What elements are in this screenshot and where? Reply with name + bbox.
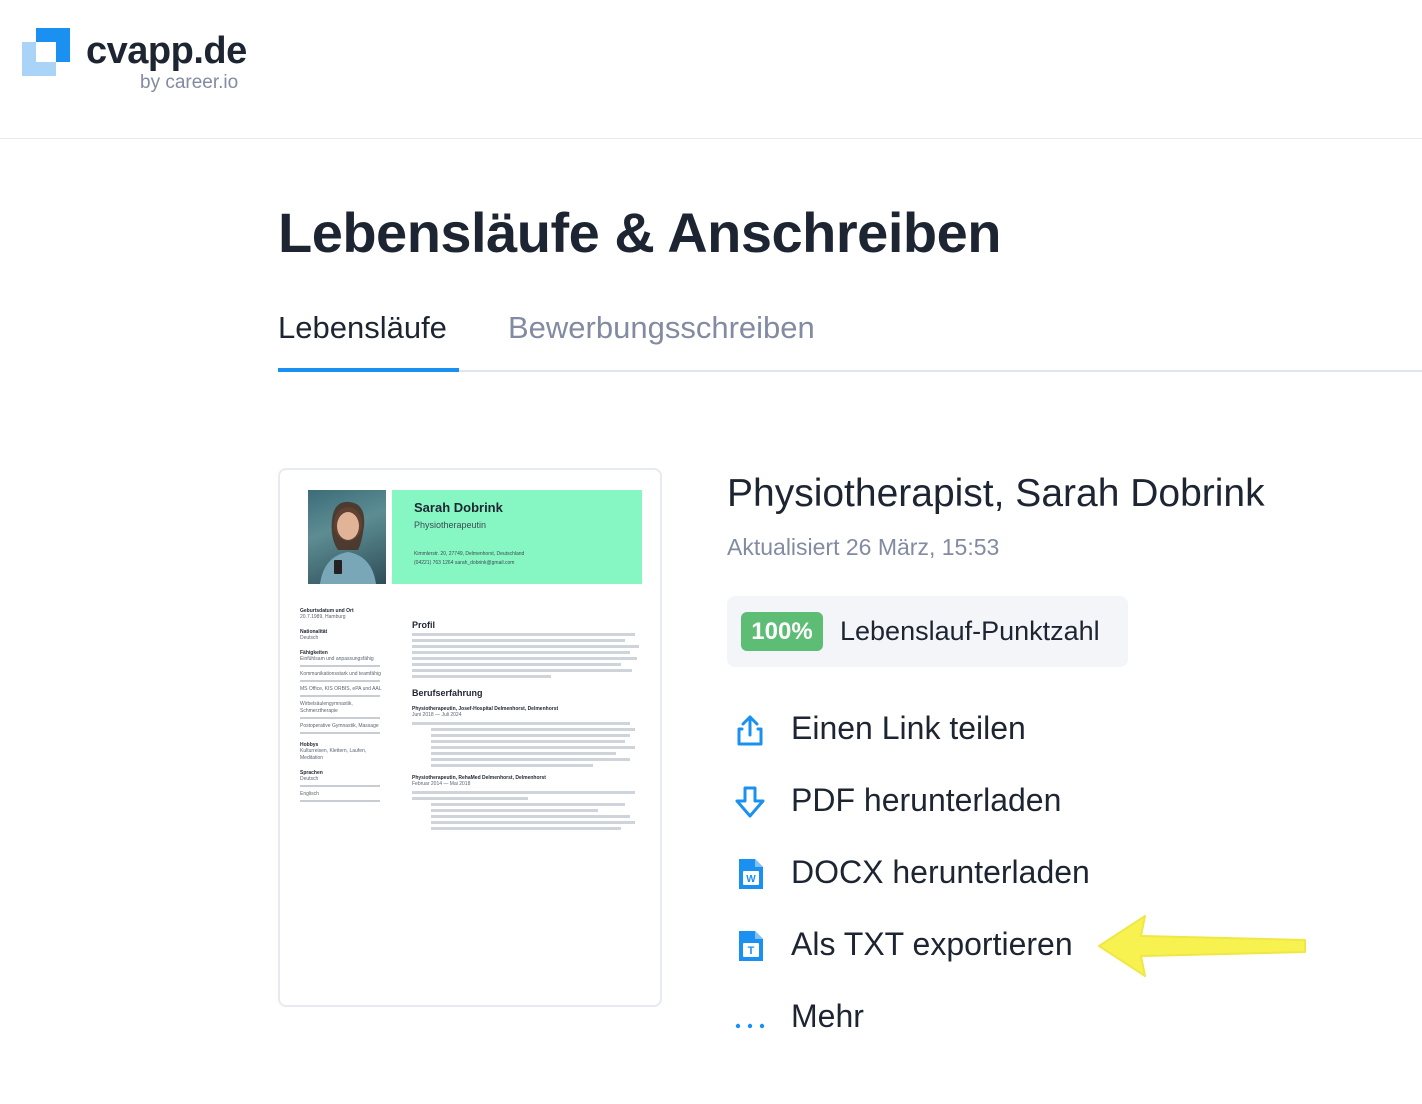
more-action[interactable]: Mehr bbox=[733, 996, 1113, 1040]
text-line bbox=[412, 657, 638, 660]
sidebar-text: Deutsch bbox=[300, 635, 319, 641]
action-label: Einen Link teilen bbox=[791, 710, 1026, 746]
document-tabs: Lebensläufe Bewerbungsschreiben bbox=[278, 306, 1422, 372]
person-photo-icon bbox=[320, 501, 376, 584]
tab-resumes[interactable]: Lebensläufe bbox=[278, 310, 447, 346]
skill-level-bar bbox=[300, 717, 380, 719]
action-label: Mehr bbox=[791, 998, 864, 1034]
text-line bbox=[412, 722, 631, 725]
sidebar-text: Wirbelsäulengymnastik, Schmerztherapie bbox=[300, 701, 353, 714]
text-line bbox=[430, 740, 626, 743]
download-icon bbox=[735, 786, 765, 818]
resume-sidebar: Geburtsdatum und Ort 20.7.1989, Hamburg … bbox=[300, 600, 384, 806]
resume-role: Physiotherapeutin bbox=[414, 520, 487, 530]
resume-score-box[interactable]: 100% Lebenslauf-Punktzahl bbox=[727, 596, 1128, 667]
svg-text:W: W bbox=[746, 874, 756, 885]
job-dates: Februar 2014 — Mai 2018 bbox=[412, 781, 471, 787]
action-label: PDF herunterladen bbox=[791, 782, 1062, 818]
text-line bbox=[412, 645, 640, 648]
action-label: Als TXT exportieren bbox=[791, 926, 1073, 962]
sidebar-text: Kommunikationsstark und teamfähig bbox=[300, 671, 381, 677]
skill-level-bar bbox=[300, 680, 380, 682]
resume-title[interactable]: Physiotherapist, Sarah Dobrink bbox=[727, 472, 1265, 516]
docx-file-icon: W bbox=[739, 859, 763, 889]
txt-file-icon: T bbox=[739, 931, 763, 961]
text-line bbox=[412, 669, 633, 672]
brand-name[interactable]: cvapp.de bbox=[86, 30, 247, 73]
download-docx-action[interactable]: W DOCX herunterladen bbox=[733, 852, 1113, 896]
skill-level-bar bbox=[300, 695, 380, 697]
resume-address: Kimmlerstr. 20, 27749, Delmenhorst, Deut… bbox=[414, 551, 525, 557]
skill-level-bar bbox=[300, 732, 380, 734]
top-header: cvapp.de by career.io bbox=[0, 0, 1422, 139]
sidebar-text: 20.7.1989, Hamburg bbox=[300, 614, 346, 620]
share-link-action[interactable]: Einen Link teilen bbox=[733, 708, 1113, 752]
text-line bbox=[430, 764, 593, 767]
text-line bbox=[430, 734, 631, 737]
text-line bbox=[430, 815, 631, 818]
text-line bbox=[430, 809, 598, 812]
svg-text:T: T bbox=[748, 945, 755, 957]
sidebar-text: Englisch bbox=[300, 791, 319, 797]
job-dates: Juni 2018 — Juli 2024 bbox=[412, 712, 462, 718]
score-label: Lebenslauf-Punktzahl bbox=[840, 616, 1100, 646]
page-title: Lebensläufe & Anschreiben bbox=[278, 201, 1001, 264]
resume-updated-timestamp: Aktualisiert 26 März, 15:53 bbox=[727, 534, 1000, 560]
skill-level-bar bbox=[300, 665, 380, 667]
resume-section-profile: Profil bbox=[412, 620, 436, 630]
text-line bbox=[412, 663, 621, 666]
text-line bbox=[412, 797, 528, 800]
sidebar-text: Deutsch bbox=[300, 776, 319, 782]
arrow-left-annotation-icon bbox=[1098, 915, 1306, 977]
sidebar-text: Einfühlsam und anpassungsfähig bbox=[300, 656, 374, 662]
resume-main-column: Profil Berufserfahrung Physiotherapeutin… bbox=[412, 610, 644, 833]
text-line bbox=[412, 639, 626, 642]
brand-subtitle: by career.io bbox=[140, 72, 239, 93]
tab-cover-letters[interactable]: Bewerbungsschreiben bbox=[508, 310, 815, 346]
text-line bbox=[412, 633, 635, 636]
text-line bbox=[430, 803, 626, 806]
language-level-bar bbox=[300, 800, 380, 802]
active-tab-indicator bbox=[278, 368, 459, 372]
text-line bbox=[412, 675, 552, 678]
resume-phone-email: (04221) 763 1264 sarah_dobrink@gmail.com bbox=[414, 560, 515, 566]
text-line bbox=[430, 821, 635, 824]
resume-header-block: Sarah Dobrink Physiotherapeutin Kimmlers… bbox=[392, 490, 642, 584]
text-line bbox=[430, 746, 635, 749]
export-txt-action[interactable]: T Als TXT exportieren bbox=[733, 924, 1113, 968]
resume-name: Sarah Dobrink bbox=[414, 500, 503, 515]
text-line bbox=[430, 827, 621, 830]
sidebar-text: MS Office, KIS ORBIS, ePA und AAL bbox=[300, 686, 382, 692]
language-level-bar bbox=[300, 785, 380, 787]
cvapp-logo-icon[interactable] bbox=[22, 28, 70, 76]
text-line bbox=[430, 728, 635, 731]
text-line bbox=[412, 651, 631, 654]
share-icon bbox=[737, 715, 763, 746]
sidebar-text: Postoperative Gymnastik, Massage bbox=[300, 723, 379, 729]
download-pdf-action[interactable]: PDF herunterladen bbox=[733, 780, 1113, 824]
resume-preview-card[interactable]: Sarah Dobrink Physiotherapeutin Kimmlers… bbox=[278, 468, 662, 1007]
score-badge: 100% bbox=[741, 612, 823, 651]
text-line bbox=[430, 752, 617, 755]
action-label: DOCX herunterladen bbox=[791, 854, 1090, 890]
resume-photo bbox=[308, 490, 386, 584]
resume-section-experience: Berufserfahrung bbox=[412, 688, 483, 698]
sidebar-text: Kulturreisen, Klettern, Laufen, Meditati… bbox=[300, 748, 367, 761]
more-dots-icon bbox=[735, 1023, 765, 1029]
text-line bbox=[412, 791, 635, 794]
resume-contact: Kimmlerstr. 20, 27749, Delmenhorst, Deut… bbox=[414, 550, 524, 568]
text-line bbox=[430, 758, 631, 761]
